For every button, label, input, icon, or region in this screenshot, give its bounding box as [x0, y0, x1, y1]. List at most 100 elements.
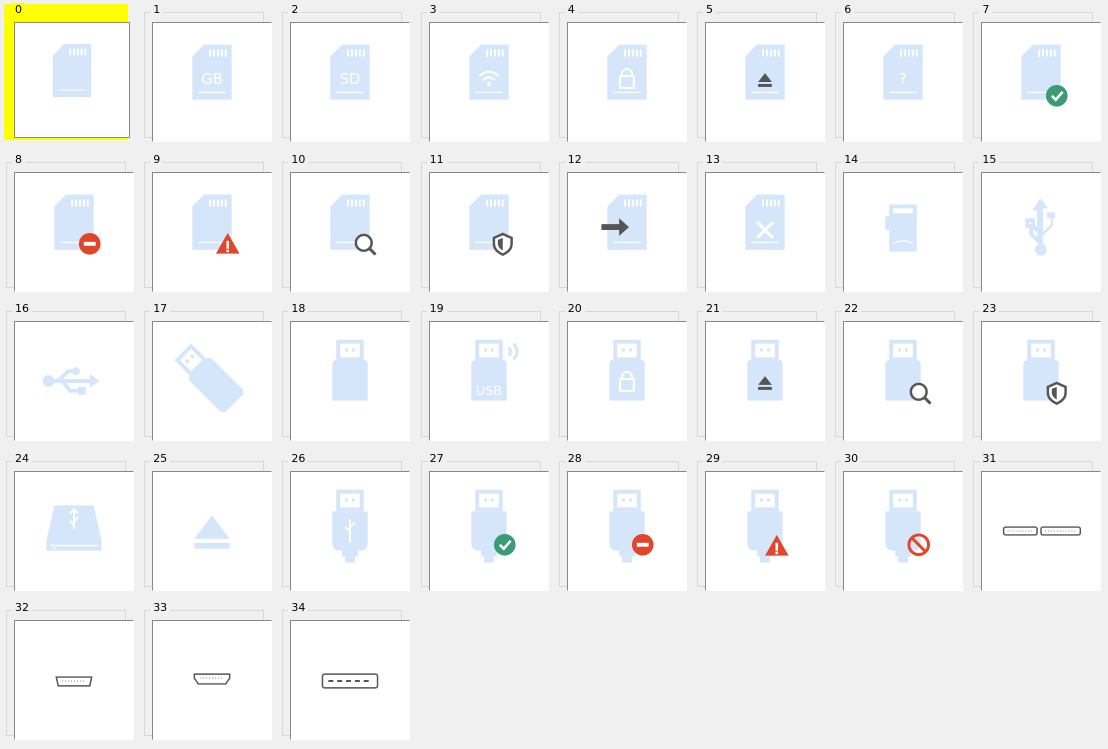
cell-index-label: 15 [979, 152, 1000, 167]
icon-text: GB [201, 71, 223, 88]
icon-cell[interactable]: 9 [142, 152, 273, 292]
icon-tile[interactable]: ? [843, 22, 964, 142]
icon-tile[interactable] [843, 321, 964, 441]
icon-tile[interactable] [152, 171, 273, 292]
icon-cell[interactable]: 28 [557, 451, 687, 591]
icon-tile[interactable] [428, 470, 549, 591]
icon-cell[interactable]: 4 [557, 3, 687, 142]
cell-index-label: 10 [288, 152, 309, 167]
icon-tile[interactable] [152, 470, 273, 591]
sd-card-eject-icon [745, 44, 785, 100]
icon-tile[interactable] [981, 171, 1102, 292]
cell-index-label: 29 [703, 451, 723, 466]
icon-cell[interactable]: 32 [4, 601, 134, 740]
icon-cell[interactable]: 13 [695, 152, 825, 292]
icon-tile[interactable] [428, 171, 549, 292]
icon-cell[interactable]: 0 [4, 3, 130, 140]
icon-tile[interactable] [705, 171, 825, 292]
icon-tile[interactable] [566, 22, 687, 142]
icon-tile[interactable] [705, 22, 825, 142]
sd-card-search-icon [330, 194, 378, 256]
icon-cell[interactable]: 30 [833, 451, 964, 591]
icon-cell[interactable]: 15 [971, 152, 1102, 292]
cell-index-label: 5 [703, 3, 716, 17]
icon-cell[interactable]: 6 ? [833, 3, 964, 142]
sd-card-icon: GB [192, 44, 232, 100]
cell-index-label: 14 [841, 152, 862, 167]
icon-cell[interactable]: 22 [833, 302, 964, 441]
usb-symbol-vertical-icon [1025, 198, 1056, 256]
icon-tile[interactable] [566, 171, 687, 292]
icon-cell[interactable]: 1 GB [142, 3, 273, 142]
icon-cell[interactable]: 16 [4, 302, 134, 441]
icon-cell[interactable]: 3 [419, 3, 549, 142]
icon-cell[interactable]: 25 [142, 451, 273, 591]
cell-index-label: 21 [703, 302, 723, 316]
icon-cell[interactable]: 8 [4, 152, 134, 292]
icon-cell[interactable]: 5 [695, 3, 825, 142]
icon-tile[interactable] [290, 470, 411, 591]
icon-cell[interactable]: 29 [695, 451, 825, 591]
icon-cell[interactable]: 34 [280, 601, 411, 740]
icon-cell[interactable]: 10 [280, 152, 411, 292]
cell-index-label: 9 [150, 152, 164, 167]
icon-tile[interactable] [290, 620, 411, 740]
icon-tile[interactable] [14, 171, 134, 292]
icon-cell[interactable]: 19 USB [419, 302, 549, 441]
icon-tile[interactable] [290, 321, 411, 441]
icon-cell[interactable]: 20 [557, 302, 687, 441]
icon-tile[interactable] [843, 470, 964, 591]
usb-drive-icon [46, 504, 102, 551]
icon-tile[interactable] [566, 321, 687, 441]
icon-tile[interactable]: GB [152, 22, 273, 142]
icon-cell[interactable]: 27 [419, 451, 549, 591]
icon-cell[interactable]: 24 [4, 451, 134, 591]
icon-tile[interactable] [14, 321, 134, 441]
cell-index-label: 24 [12, 451, 32, 466]
icon-cell[interactable]: 31 [971, 451, 1102, 591]
icon-tile[interactable] [981, 470, 1102, 591]
icon-cell[interactable]: 21 [695, 302, 825, 441]
cell-index-label: 7 [979, 3, 993, 17]
icon-cell[interactable]: 11 [419, 152, 549, 292]
sd-card-shield-icon [468, 194, 513, 256]
sd-card-wifi-icon [468, 44, 509, 100]
icon-tile[interactable] [428, 22, 549, 142]
icon-tile[interactable] [152, 620, 273, 740]
icon-tile[interactable] [566, 470, 687, 591]
icon-tile[interactable] [14, 22, 130, 138]
icon-tile[interactable] [14, 470, 134, 591]
icon-cell[interactable]: 23 [971, 302, 1102, 441]
icon-cell[interactable]: 14 [833, 152, 964, 292]
icon-tile[interactable] [843, 171, 964, 292]
icon-cell[interactable]: 17 [142, 302, 273, 441]
icon-cell[interactable]: 12 [557, 152, 687, 292]
cell-index-label: 4 [564, 3, 578, 17]
icon-tile[interactable] [290, 171, 411, 292]
icon-cell[interactable]: 7 [971, 3, 1102, 142]
usb-plug-icon [332, 489, 369, 562]
sd-card-warning-icon [192, 194, 240, 254]
eject-icon [194, 514, 230, 549]
icon-cell[interactable]: 2 SD [280, 3, 411, 142]
icon-tile[interactable]: USB [428, 321, 549, 441]
icon-cell[interactable]: 18 [280, 302, 411, 441]
icon-tile[interactable] [705, 470, 825, 591]
icon-tile[interactable] [705, 321, 825, 441]
icon-cell[interactable]: 26 [280, 451, 411, 591]
sd-card-tools-icon [745, 194, 785, 250]
icon-tile[interactable] [981, 22, 1102, 142]
icon-text: ? [899, 71, 907, 88]
icon-tile[interactable]: SD [290, 22, 411, 142]
usb-stick-eject-icon [747, 339, 783, 401]
icon-tile[interactable] [14, 620, 134, 740]
cell-index-label: 2 [288, 3, 302, 17]
icon-tile[interactable] [152, 321, 273, 441]
icon-cell[interactable]: 33 [142, 601, 273, 740]
usb-stick-shield-icon [1023, 339, 1068, 405]
cell-index-label: 17 [150, 302, 171, 316]
cell-index-label: 20 [564, 302, 585, 316]
cell-index-label: 3 [426, 3, 440, 17]
icon-tile[interactable] [981, 321, 1102, 441]
cell-index-label: 30 [841, 451, 862, 466]
